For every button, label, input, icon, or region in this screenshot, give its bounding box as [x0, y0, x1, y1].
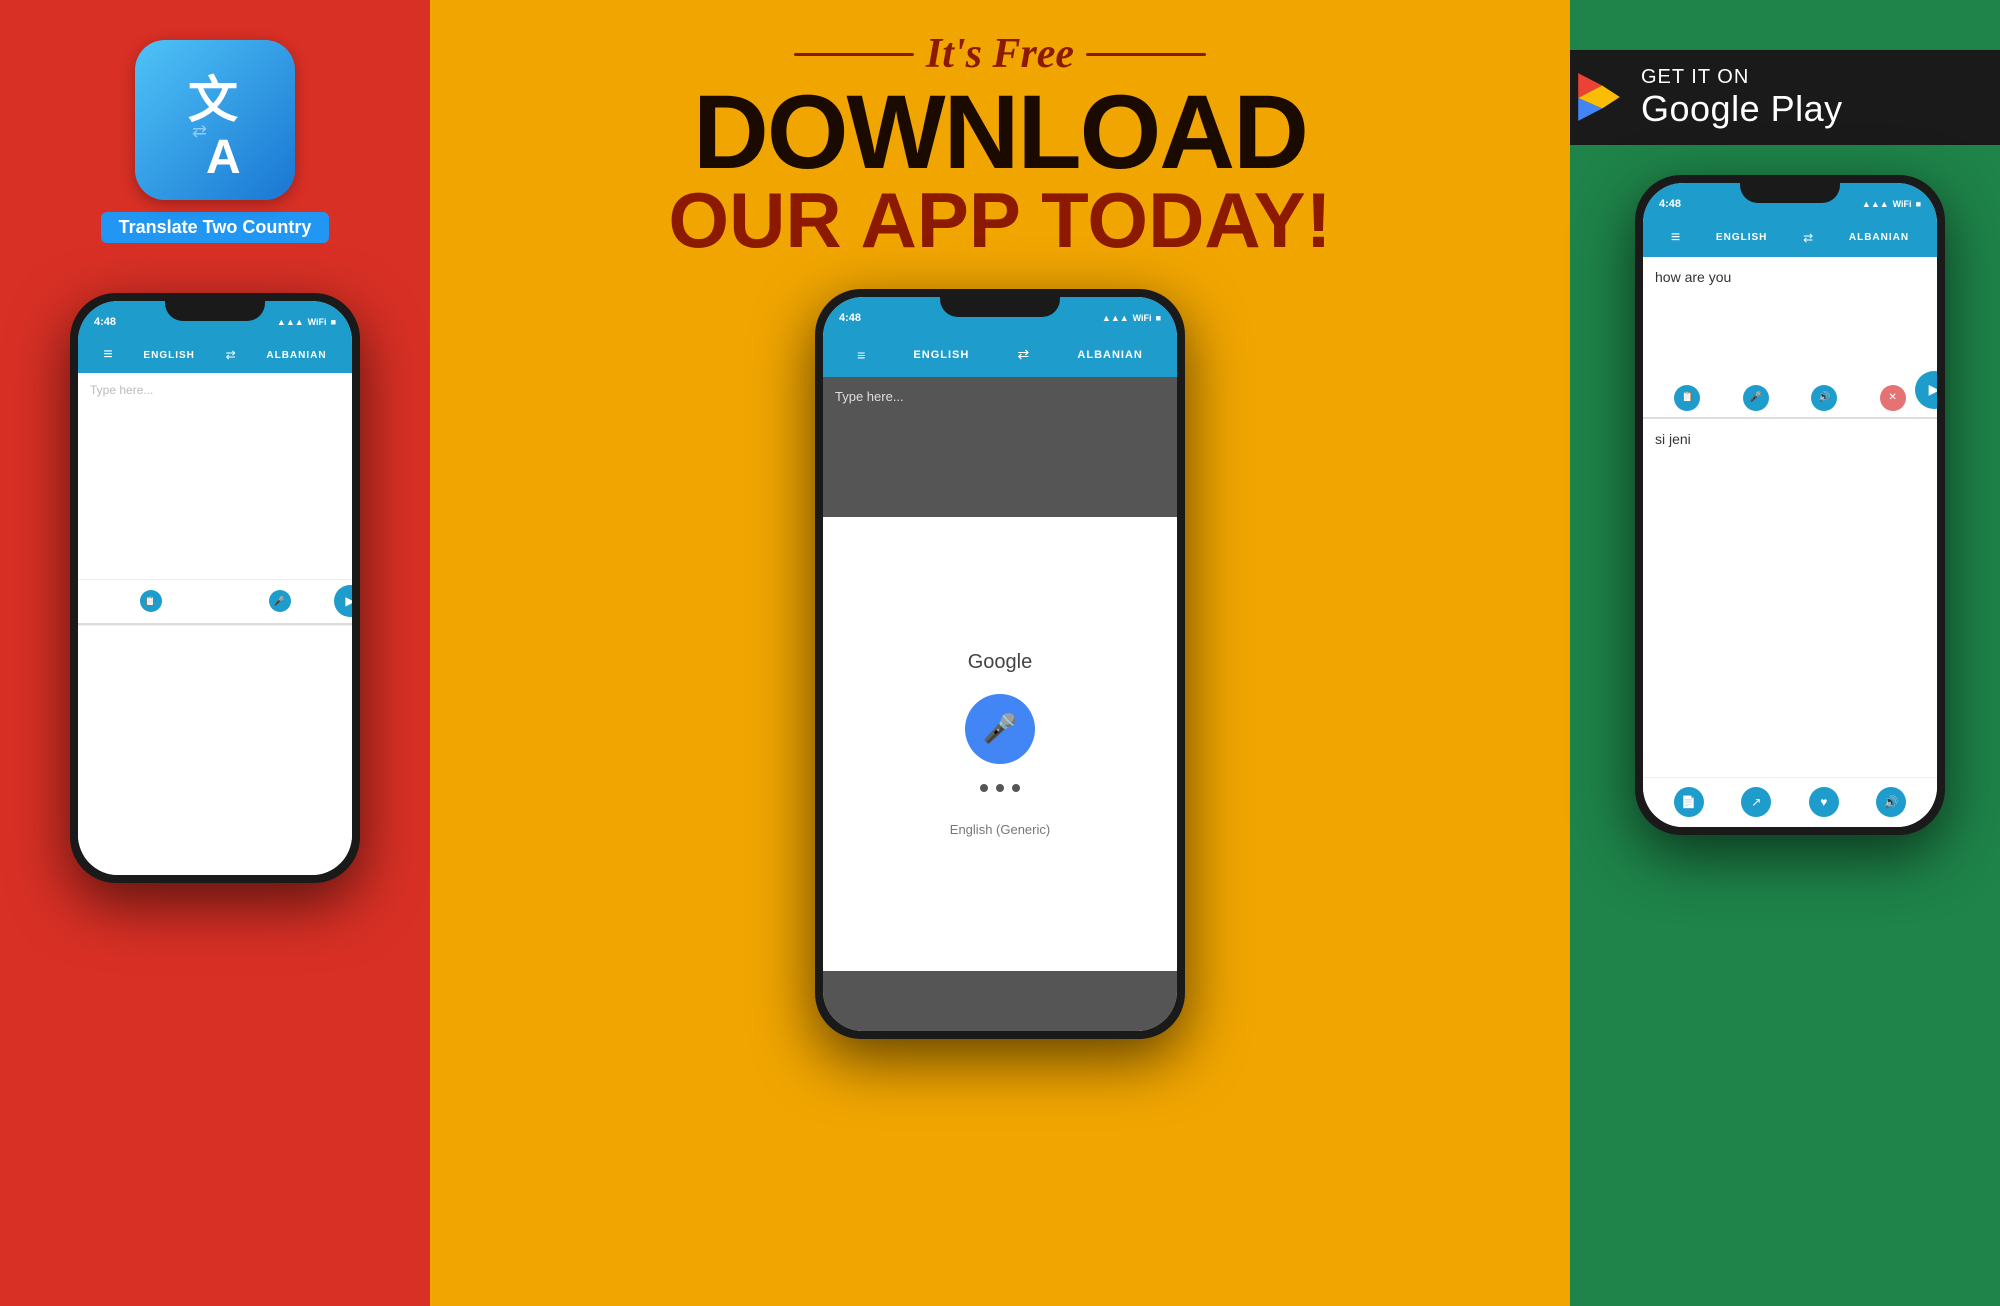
- right-heart-btn[interactable]: ♥: [1809, 787, 1839, 817]
- left-panel: 文 ⇄ A Translate Two Country 4:48 ▲▲▲ WiF…: [0, 0, 430, 1306]
- center-signal-icon: ▲▲▲: [1102, 313, 1129, 323]
- google-text: Google: [968, 651, 1033, 674]
- lang-to-label[interactable]: ALBANIAN: [266, 350, 326, 361]
- google-play-label: Google Play: [1641, 89, 1843, 129]
- translate-output-area: [78, 625, 352, 876]
- right-translator-toolbar: ≡ ENGLISH ⇄ ALBANIAN: [1643, 219, 1937, 257]
- google-voice-panel: Google 🎤 English (Generic): [823, 517, 1177, 971]
- listening-language: English (Generic): [950, 822, 1050, 837]
- center-status-time: 4:48: [839, 312, 861, 324]
- app-icon: 文 ⇄ A: [135, 40, 295, 200]
- right-share-bar: 📄 ↗ ♥ 🔊: [1643, 777, 1937, 827]
- phone-notch: [165, 293, 265, 321]
- right-lang-from[interactable]: ENGLISH: [1716, 232, 1767, 243]
- right-status-icons: ▲▲▲ WiFi ■: [1862, 199, 1921, 209]
- right-input-text: how are you: [1655, 269, 1731, 285]
- center-phone-mockup: 4:48 ▲▲▲ WiFi ■ ≡ ENGLISH ⇄ ALBANIAN Typ…: [815, 289, 1185, 1039]
- left-phone-mockup: 4:48 ▲▲▲ WiFi ■ ≡ ENGLISH ⇄ ALBANIAN Typ…: [70, 293, 360, 883]
- download-text: DOWNLOAD: [668, 86, 1331, 181]
- right-status-time: 4:48: [1659, 198, 1681, 210]
- right-wifi-icon: WiFi: [1893, 199, 1912, 209]
- status-icons: ▲▲▲ WiFi ■: [277, 317, 336, 327]
- menu-icon[interactable]: ≡: [103, 346, 112, 364]
- mic-btn-large[interactable]: 🎤: [965, 694, 1035, 764]
- right-swap-icon[interactable]: ⇄: [1803, 231, 1813, 245]
- google-play-text: GET IT ON Google Play: [1641, 66, 1843, 129]
- app-icon-section: 文 ⇄ A Translate Two Country: [101, 40, 330, 243]
- right-line: [1086, 53, 1206, 56]
- status-time: 4:48: [94, 316, 116, 328]
- battery-icon: ■: [331, 317, 336, 327]
- center-lang-from[interactable]: ENGLISH: [913, 349, 969, 361]
- left-phone-screen: 4:48 ▲▲▲ WiFi ■ ≡ ENGLISH ⇄ ALBANIAN Typ…: [78, 301, 352, 875]
- right-output-area: si jeni 📄 ↗ ♥ 🔊: [1643, 419, 1937, 827]
- input-placeholder: Type here...: [90, 383, 153, 397]
- right-panel: GET IT ON Google Play 4:48 ▲▲▲ WiFi ■ ≡ …: [1570, 0, 2000, 1306]
- right-input-toolbar: 📋 🎤 🔊 ✕ ▶: [1643, 385, 1937, 411]
- phone-notch-right: [1740, 175, 1840, 203]
- right-volume-btn[interactable]: 🔊: [1876, 787, 1906, 817]
- input-bottom-toolbar: 📋 🎤 ▶: [78, 579, 352, 623]
- center-panel: It's Free DOWNLOAD OUR APP TODAY! 4:48 ▲…: [430, 0, 1570, 1306]
- our-app-today: OUR APP TODAY!: [668, 181, 1331, 259]
- right-signal-icon: ▲▲▲: [1862, 199, 1889, 209]
- signal-icon: ▲▲▲: [277, 317, 304, 327]
- google-play-button[interactable]: GET IT ON Google Play: [1545, 50, 2000, 145]
- right-copy-btn[interactable]: 📄: [1674, 787, 1704, 817]
- right-lang-to[interactable]: ALBANIAN: [1849, 232, 1909, 243]
- center-bottom-dark: [823, 971, 1177, 1031]
- right-output-text: si jeni: [1655, 431, 1691, 447]
- its-free-text: It's Free: [926, 30, 1074, 78]
- dot2: [996, 784, 1004, 792]
- translator-toolbar: ≡ ENGLISH ⇄ ALBANIAN: [78, 337, 352, 373]
- clipboard-btn[interactable]: 📋: [140, 590, 162, 612]
- translate-input-area[interactable]: Type here... 📋 🎤 ▶: [78, 373, 352, 623]
- right-close-btn[interactable]: ✕: [1880, 385, 1906, 411]
- left-line: [794, 53, 914, 56]
- center-status-icons: ▲▲▲ WiFi ■: [1102, 313, 1161, 323]
- center-battery-icon: ■: [1156, 313, 1161, 323]
- center-phone-screen: 4:48 ▲▲▲ WiFi ■ ≡ ENGLISH ⇄ ALBANIAN Typ…: [823, 297, 1177, 1031]
- app-name-label: Translate Two Country: [101, 212, 330, 243]
- right-battery-icon: ■: [1916, 199, 1921, 209]
- svg-text:⇄: ⇄: [192, 121, 207, 141]
- phone-notch-center: [940, 289, 1060, 317]
- right-speaker-btn[interactable]: 🔊: [1811, 385, 1837, 411]
- wifi-icon: WiFi: [308, 317, 327, 327]
- right-menu-icon[interactable]: ≡: [1671, 229, 1680, 247]
- swap-icon[interactable]: ⇄: [226, 348, 236, 362]
- loading-dots: [980, 784, 1020, 792]
- center-wifi-icon: WiFi: [1133, 313, 1152, 323]
- center-headline: It's Free DOWNLOAD OUR APP TODAY!: [668, 30, 1331, 259]
- right-mic-btn[interactable]: 🎤: [1743, 385, 1769, 411]
- right-share-btn[interactable]: ↗: [1741, 787, 1771, 817]
- its-free-line: It's Free: [668, 30, 1331, 78]
- center-dark-input[interactable]: Type here...: [823, 377, 1177, 517]
- get-it-on-label: GET IT ON: [1641, 66, 1843, 89]
- center-menu-icon[interactable]: ≡: [857, 347, 865, 363]
- dot3: [1012, 784, 1020, 792]
- dot1: [980, 784, 988, 792]
- right-clipboard-btn[interactable]: 📋: [1674, 385, 1700, 411]
- send-btn[interactable]: ▶: [334, 585, 352, 617]
- right-input-area[interactable]: how are you 📋 🎤 🔊 ✕ ▶: [1643, 257, 1937, 417]
- lang-from-label[interactable]: ENGLISH: [143, 350, 194, 361]
- right-send-btn[interactable]: ▶: [1915, 371, 1937, 409]
- center-lang-to[interactable]: ALBANIAN: [1077, 349, 1142, 361]
- center-translator-toolbar: ≡ ENGLISH ⇄ ALBANIAN: [823, 333, 1177, 377]
- google-play-icon: [1573, 71, 1625, 123]
- mic-btn[interactable]: 🎤: [269, 590, 291, 612]
- svg-text:A: A: [206, 131, 241, 184]
- right-phone-mockup: 4:48 ▲▲▲ WiFi ■ ≡ ENGLISH ⇄ ALBANIAN how…: [1635, 175, 1945, 835]
- svg-text:文: 文: [188, 72, 238, 128]
- right-phone-screen: 4:48 ▲▲▲ WiFi ■ ≡ ENGLISH ⇄ ALBANIAN how…: [1643, 183, 1937, 827]
- center-input-placeholder: Type here...: [835, 389, 904, 404]
- center-swap-icon[interactable]: ⇄: [1018, 346, 1030, 363]
